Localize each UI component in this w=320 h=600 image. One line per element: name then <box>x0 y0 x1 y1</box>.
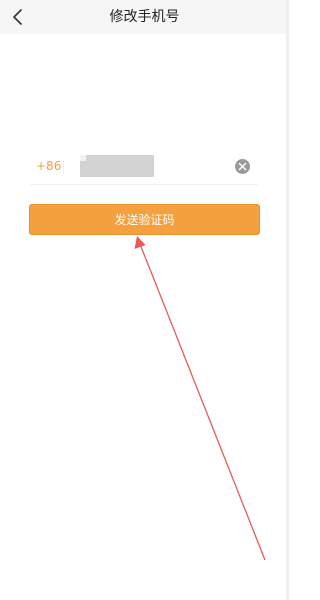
field-divider <box>63 160 64 174</box>
close-icon <box>238 162 247 171</box>
navbar: 修改手机号 <box>0 0 289 34</box>
right-edge <box>286 0 289 600</box>
phone-input[interactable] <box>75 156 225 178</box>
annotation-arrow-line <box>139 243 266 561</box>
annotation-arrowhead <box>134 236 146 249</box>
clear-input-button[interactable] <box>235 159 250 174</box>
annotation-arrow <box>134 236 266 561</box>
country-code-selector[interactable]: +86 <box>36 159 61 173</box>
send-code-button[interactable]: 发送验证码 <box>29 204 260 235</box>
page-title: 修改手机号 <box>109 9 180 25</box>
phone-row: +86 <box>30 150 258 185</box>
